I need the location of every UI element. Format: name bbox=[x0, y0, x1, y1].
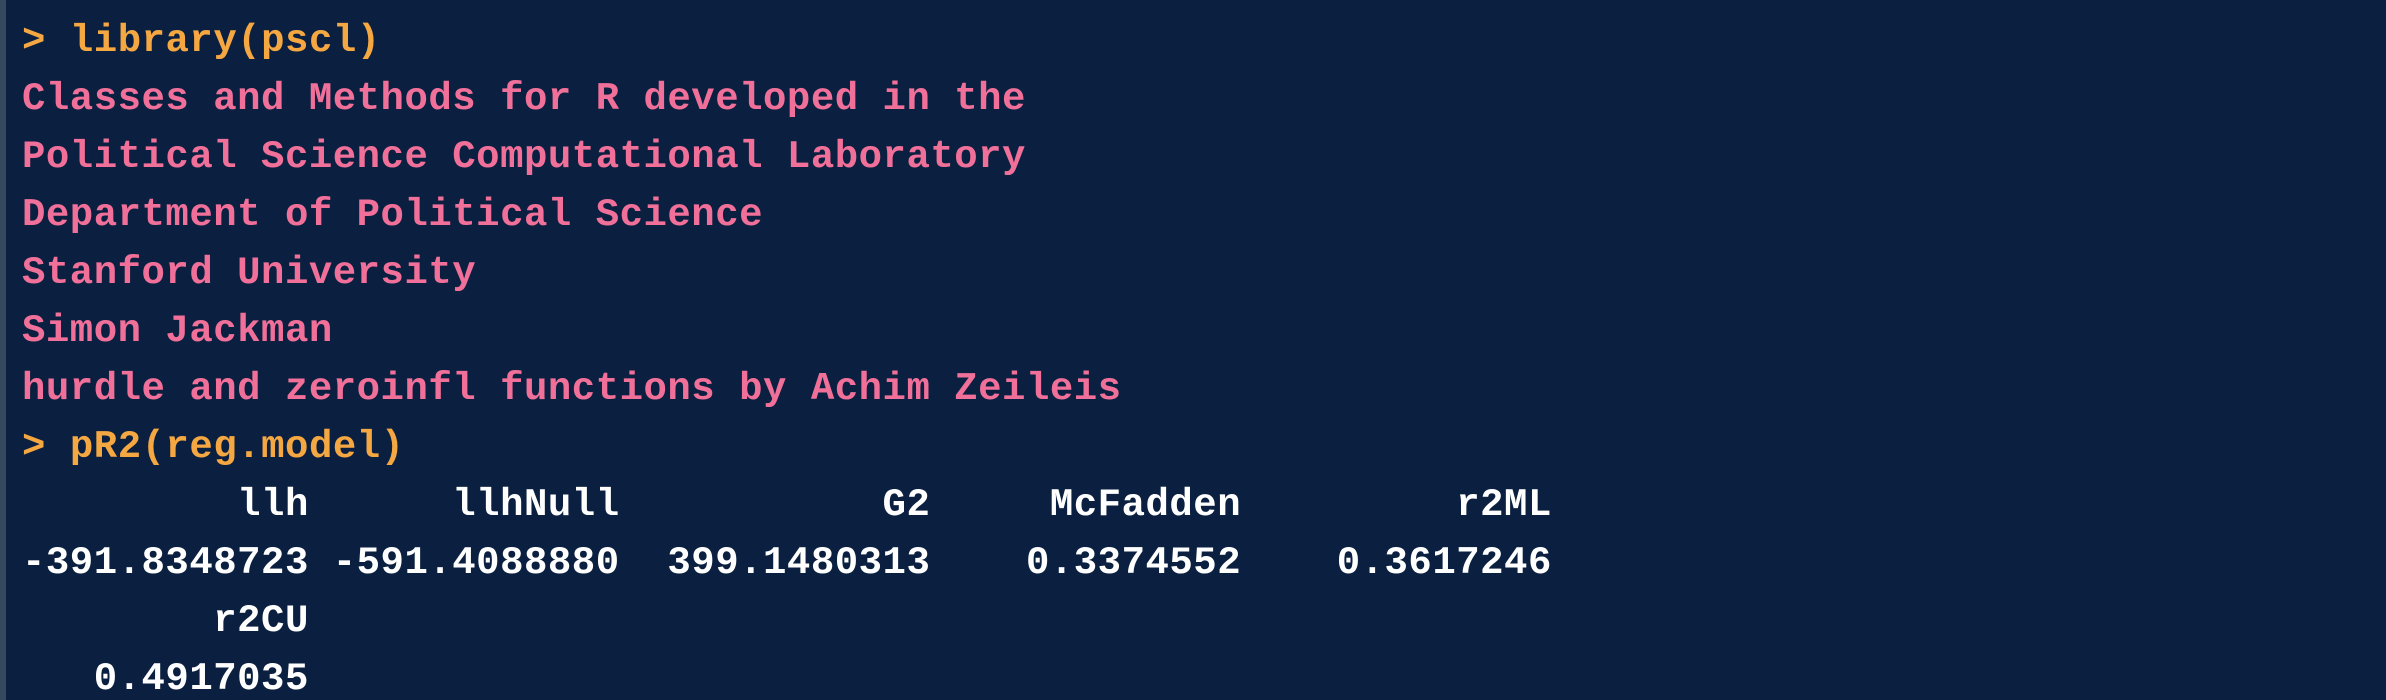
r-console[interactable]: > library(pscl) Classes and Methods for R… bbox=[0, 0, 2386, 700]
output-header-row-2: r2CU bbox=[22, 599, 309, 643]
command-text-pr2: pR2(reg.model) bbox=[69, 425, 405, 469]
message-line-4: Stanford University bbox=[22, 251, 477, 295]
output-values-row-2: 0.4917035 bbox=[22, 657, 309, 700]
message-line-2: Political Science Computational Laborato… bbox=[22, 135, 1026, 179]
console-left-border bbox=[0, 0, 6, 700]
output-values-row-1: -391.8348723 -591.4088880 399.1480313 0.… bbox=[22, 541, 1552, 585]
prompt-symbol: > bbox=[22, 19, 46, 63]
output-header-row-1: llh llhNull G2 McFadden r2ML bbox=[22, 483, 1552, 527]
message-line-5: Simon Jackman bbox=[22, 309, 333, 353]
command-line-pr2: > pR2(reg.model) bbox=[22, 418, 2386, 476]
message-line-1: Classes and Methods for R developed in t… bbox=[22, 77, 1026, 121]
message-line-3: Department of Political Science bbox=[22, 193, 764, 237]
prompt-symbol: > bbox=[22, 425, 46, 469]
message-line-6: hurdle and zeroinfl functions by Achim Z… bbox=[22, 367, 1122, 411]
command-line-library: > library(pscl) bbox=[22, 12, 2386, 70]
command-text-library: library(pscl) bbox=[69, 19, 381, 63]
